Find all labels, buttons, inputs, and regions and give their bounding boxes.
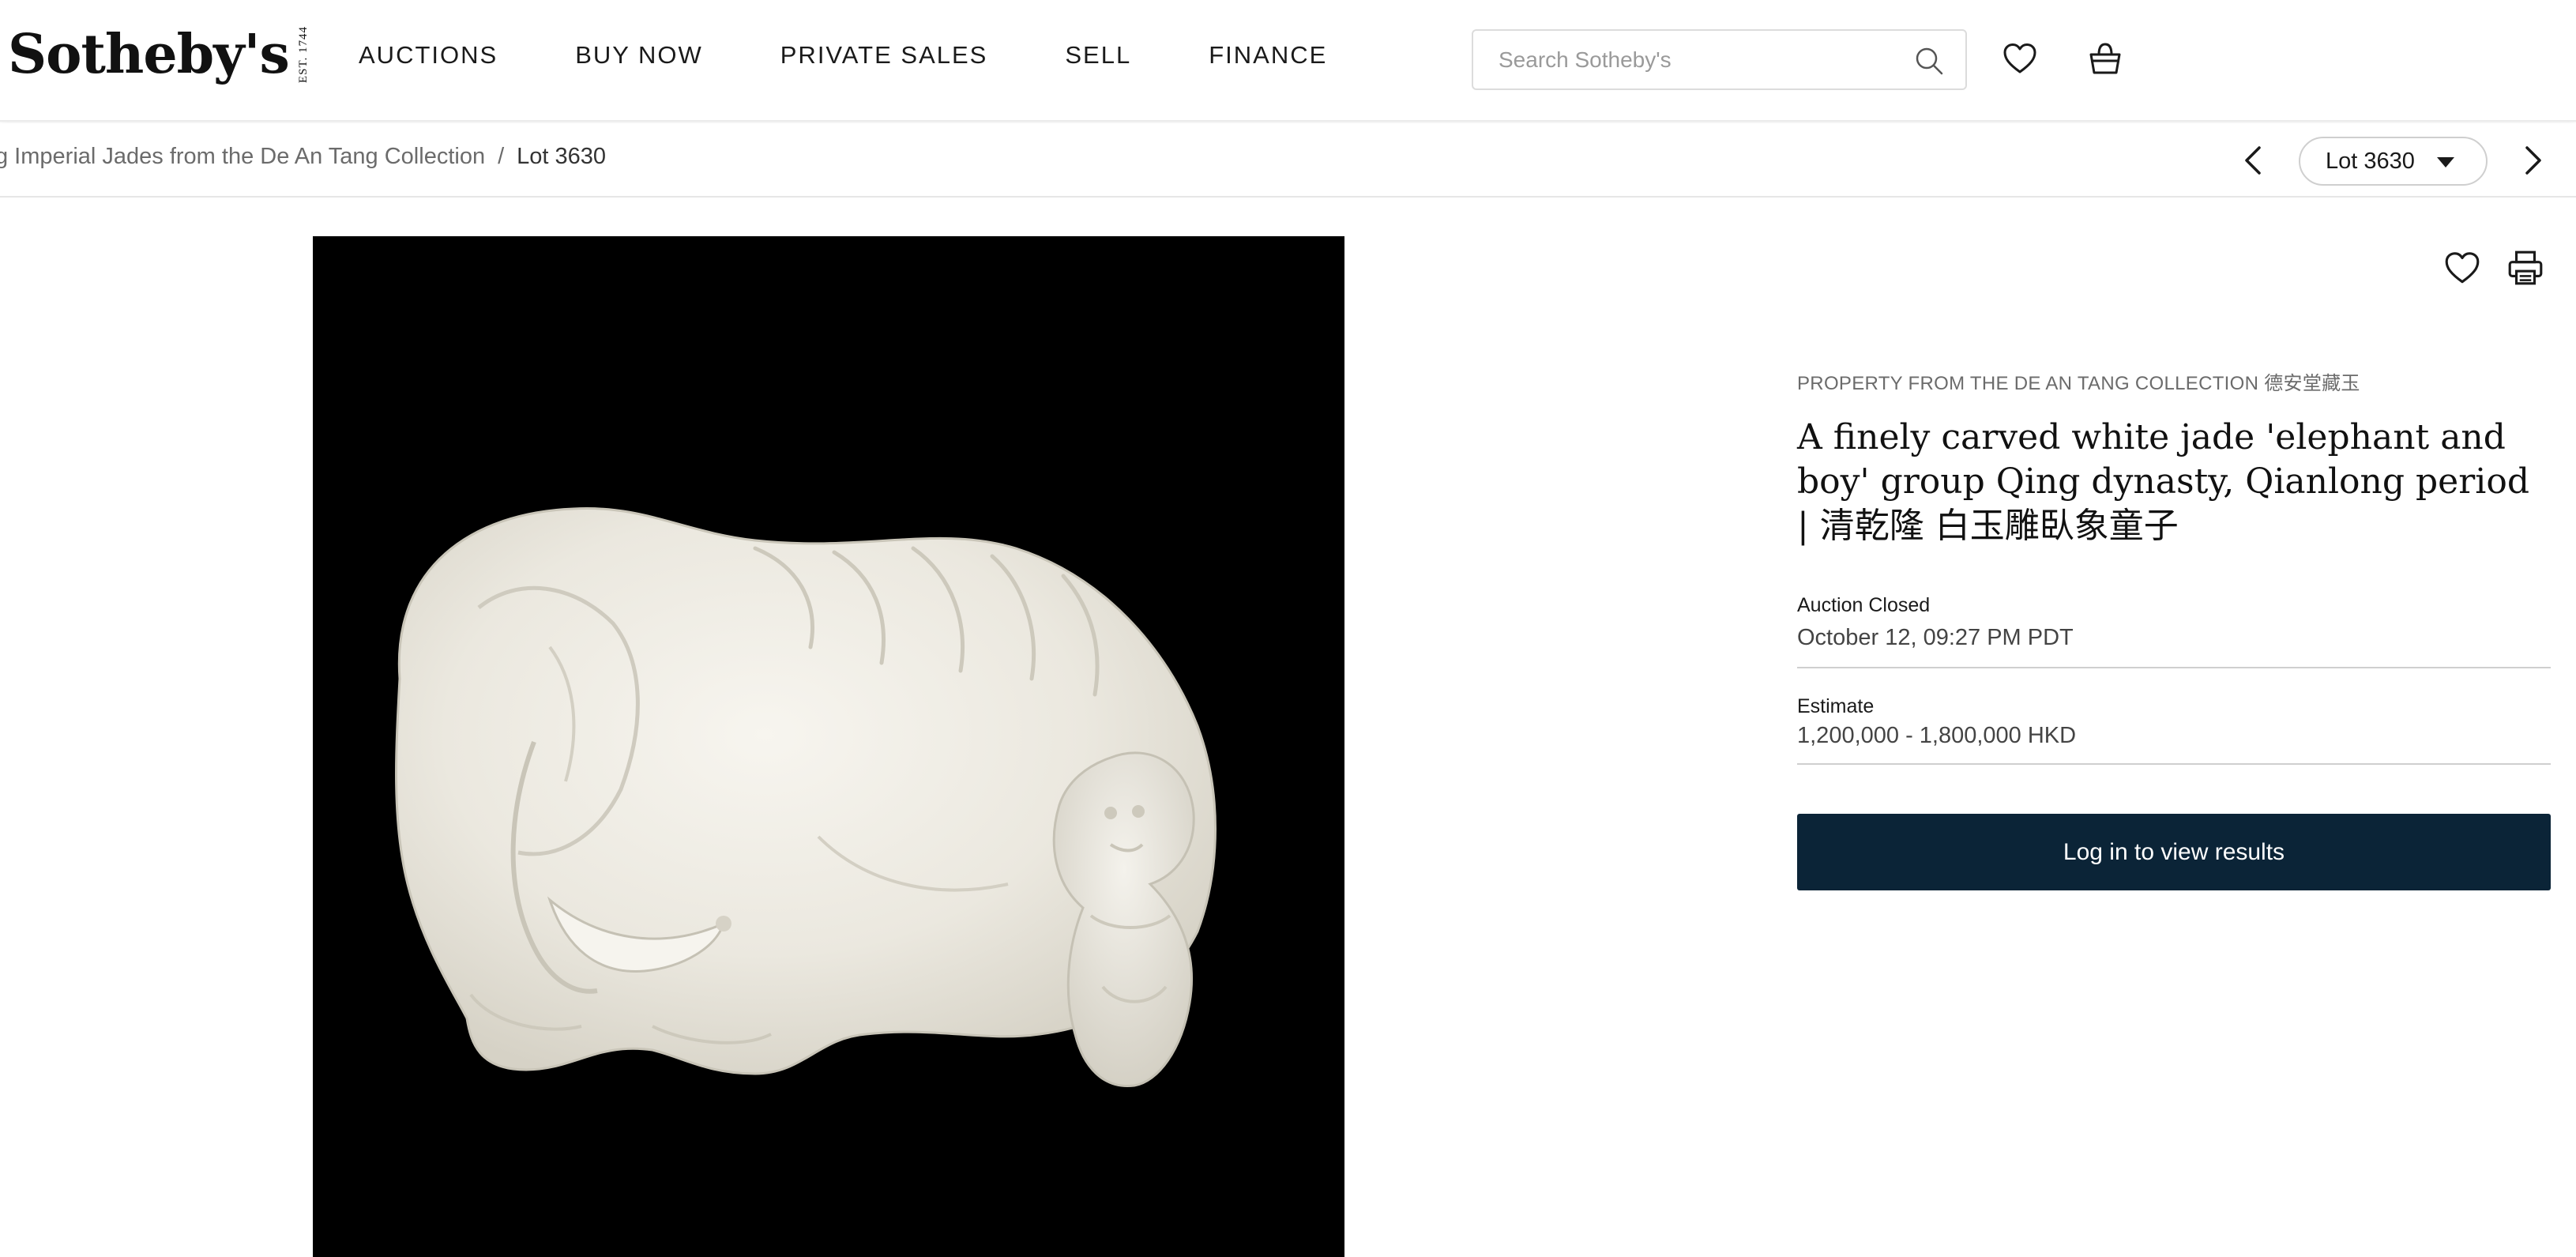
estimate-block: Estimate 1,200,000 - 1,800,000 HKD xyxy=(1797,695,2551,765)
breadcrumb-separator: / xyxy=(498,144,505,169)
auction-status-block: Auction Closed October 12, 09:27 PM PDT xyxy=(1797,594,2551,668)
shopping-basket-icon[interactable] xyxy=(2086,40,2124,77)
nav-sell[interactable]: SELL xyxy=(1065,41,1131,70)
next-lot-chevron-right-icon[interactable] xyxy=(2512,141,2552,180)
search-box xyxy=(1472,29,1967,90)
auction-closed-time: October 12, 09:27 PM PDT xyxy=(1797,625,2074,650)
print-icon[interactable] xyxy=(2506,248,2545,288)
lot-select-value: Lot 3630 xyxy=(2326,148,2415,174)
search-icon[interactable] xyxy=(1913,45,1945,77)
previous-lot-chevron-left-icon[interactable] xyxy=(2235,141,2274,180)
breadcrumb: g Imperial Jades from the De An Tang Col… xyxy=(0,144,606,170)
lot-details: PROPERTY FROM THE DE AN TANG COLLECTION … xyxy=(1797,367,2551,765)
site-header: Sotheby's EST. 1744 AUCTIONS BUY NOW PRI… xyxy=(0,0,2576,122)
favorites-heart-icon[interactable] xyxy=(2001,40,2039,77)
lot-provenance: PROPERTY FROM THE DE AN TANG COLLECTION … xyxy=(1797,373,2360,394)
search-input[interactable] xyxy=(1497,31,1892,88)
estimate-label: Estimate xyxy=(1797,695,1875,717)
nav-private-sales[interactable]: PRIVATE SALES xyxy=(780,41,988,70)
caret-down-icon xyxy=(2437,157,2454,167)
lot-subbar: g Imperial Jades from the De An Tang Col… xyxy=(0,123,2576,198)
jade-elephant-image xyxy=(395,507,1217,1088)
breadcrumb-current-lot: Lot 3630 xyxy=(517,144,607,169)
logo-est-mark: EST. 1744 xyxy=(296,25,310,84)
main-nav: AUCTIONS BUY NOW PRIVATE SALES SELL FINA… xyxy=(359,41,1327,70)
sothebys-logo[interactable]: Sotheby's EST. 1744 xyxy=(8,19,310,90)
nav-auctions[interactable]: AUCTIONS xyxy=(359,41,498,70)
lot-select-dropdown[interactable]: Lot 3630 xyxy=(2299,137,2488,186)
lot-image[interactable] xyxy=(313,236,1344,1257)
nav-buy-now[interactable]: BUY NOW xyxy=(575,41,703,70)
auction-status-label: Auction Closed xyxy=(1797,594,1931,616)
save-lot-heart-icon[interactable] xyxy=(2442,248,2482,288)
estimate-value: 1,200,000 - 1,800,000 HKD xyxy=(1797,723,2077,748)
breadcrumb-auction-link[interactable]: g Imperial Jades from the De An Tang Col… xyxy=(0,144,485,170)
lot-title: A finely carved white jade 'elephant and… xyxy=(1797,417,2529,546)
log-in-to-view-results-button[interactable]: Log in to view results xyxy=(1797,814,2551,890)
nav-finance[interactable]: FINANCE xyxy=(1209,41,1327,70)
logo-wordmark: Sotheby's xyxy=(8,23,290,86)
